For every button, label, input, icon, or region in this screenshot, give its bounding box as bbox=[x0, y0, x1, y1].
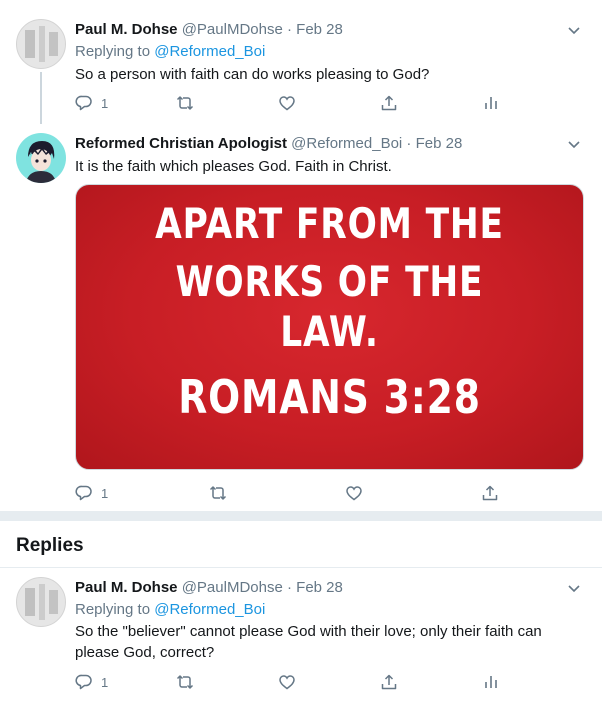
separator-dot: · bbox=[286, 579, 292, 596]
analytics-icon bbox=[485, 97, 497, 109]
analytics-button[interactable] bbox=[482, 93, 500, 113]
section-separator bbox=[0, 511, 602, 521]
share-icon bbox=[482, 485, 498, 501]
share-button[interactable] bbox=[380, 93, 398, 113]
share-button[interactable] bbox=[380, 672, 398, 692]
mention-link[interactable]: @Reformed_Boi bbox=[154, 43, 265, 60]
user-handle[interactable]: @Reformed_Boi bbox=[291, 135, 402, 152]
tweet-actions: 1 bbox=[75, 483, 595, 503]
chevron-down-icon[interactable] bbox=[566, 580, 582, 596]
share-icon bbox=[381, 95, 397, 111]
tweet-date[interactable]: Feb 28 bbox=[296, 21, 343, 38]
reply-icon bbox=[75, 674, 92, 690]
tweet-actions: 1 bbox=[75, 672, 595, 692]
tweet-date[interactable]: Feb 28 bbox=[296, 579, 343, 596]
reply-button[interactable]: 1 bbox=[75, 93, 108, 113]
like-icon bbox=[279, 96, 295, 111]
reply-icon bbox=[75, 95, 92, 111]
replies-heading: Replies bbox=[16, 535, 84, 556]
tweet-header: Paul M. Dohse @PaulMDohse · Feb 28 bbox=[75, 578, 343, 598]
retweet-button[interactable] bbox=[209, 483, 227, 503]
tweet-header: Paul M. Dohse @PaulMDohse · Feb 28 bbox=[75, 20, 343, 40]
cartoon-avatar-icon bbox=[26, 141, 56, 183]
share-button[interactable] bbox=[481, 483, 499, 503]
like-icon bbox=[346, 486, 362, 501]
share-icon bbox=[381, 674, 397, 690]
tweet-text: So a person with faith can do works plea… bbox=[75, 66, 430, 83]
mention-link[interactable]: @Reformed_Boi bbox=[154, 601, 265, 618]
like-button[interactable] bbox=[278, 672, 296, 692]
tweet-text: So the "believer" cannot please God with… bbox=[75, 623, 542, 661]
reply-count: 1 bbox=[101, 674, 109, 690]
tweet-date[interactable]: Feb 28 bbox=[416, 135, 463, 152]
image-text-line-3: ROMANS 3:28 bbox=[178, 370, 481, 424]
like-button[interactable] bbox=[278, 93, 296, 113]
reply-button[interactable]: 1 bbox=[75, 483, 108, 503]
reply-count: 1 bbox=[101, 485, 109, 501]
tweet-3[interactable]: Paul M. Dohse @PaulMDohse · Feb 28 Reply… bbox=[0, 568, 602, 701]
tweet-header: Reformed Christian Apologist @Reformed_B… bbox=[75, 134, 462, 154]
avatar[interactable] bbox=[16, 133, 66, 183]
analytics-icon bbox=[485, 676, 497, 688]
retweet-button[interactable] bbox=[176, 93, 194, 113]
tweet-1[interactable]: Paul M. Dohse @PaulMDohse · Feb 28 Reply… bbox=[0, 0, 602, 124]
display-name[interactable]: Reformed Christian Apologist bbox=[75, 135, 287, 152]
separator-dot: · bbox=[406, 135, 412, 152]
separator-dot: · bbox=[286, 21, 292, 38]
user-handle[interactable]: @PaulMDohse bbox=[182, 21, 283, 38]
display-name[interactable]: Paul M. Dohse bbox=[75, 21, 178, 38]
chevron-down-icon[interactable] bbox=[566, 136, 582, 152]
avatar[interactable] bbox=[16, 577, 66, 627]
like-button[interactable] bbox=[345, 483, 363, 503]
tweet-text: It is the faith which pleases God. Faith… bbox=[75, 158, 392, 175]
retweet-icon bbox=[209, 486, 227, 500]
reply-count: 1 bbox=[101, 95, 109, 111]
chevron-down-icon[interactable] bbox=[566, 22, 582, 38]
analytics-button[interactable] bbox=[482, 672, 500, 692]
retweet-button[interactable] bbox=[176, 672, 194, 692]
replying-prefix: Replying to bbox=[75, 601, 151, 618]
user-handle[interactable]: @PaulMDohse bbox=[182, 579, 283, 596]
replying-to: Replying to @Reformed_Boi bbox=[75, 600, 265, 620]
thread-line bbox=[40, 72, 42, 124]
tweet-actions: 1 bbox=[75, 93, 595, 113]
tweet-image[interactable]: APART FROM THE WORKS OF THE LAW. ROMANS … bbox=[75, 184, 584, 470]
like-icon bbox=[279, 675, 295, 690]
retweet-icon bbox=[176, 96, 194, 110]
avatar[interactable] bbox=[16, 19, 66, 69]
reply-icon bbox=[75, 485, 92, 501]
replying-to: Replying to @Reformed_Boi bbox=[75, 42, 265, 62]
replying-prefix: Replying to bbox=[75, 43, 151, 60]
display-name[interactable]: Paul M. Dohse bbox=[75, 579, 178, 596]
image-text-line-1: APART FROM THE bbox=[155, 199, 504, 248]
reply-button[interactable]: 1 bbox=[75, 672, 108, 692]
image-text-line-2: WORKS OF THE LAW. bbox=[175, 257, 484, 356]
retweet-icon bbox=[176, 675, 194, 689]
